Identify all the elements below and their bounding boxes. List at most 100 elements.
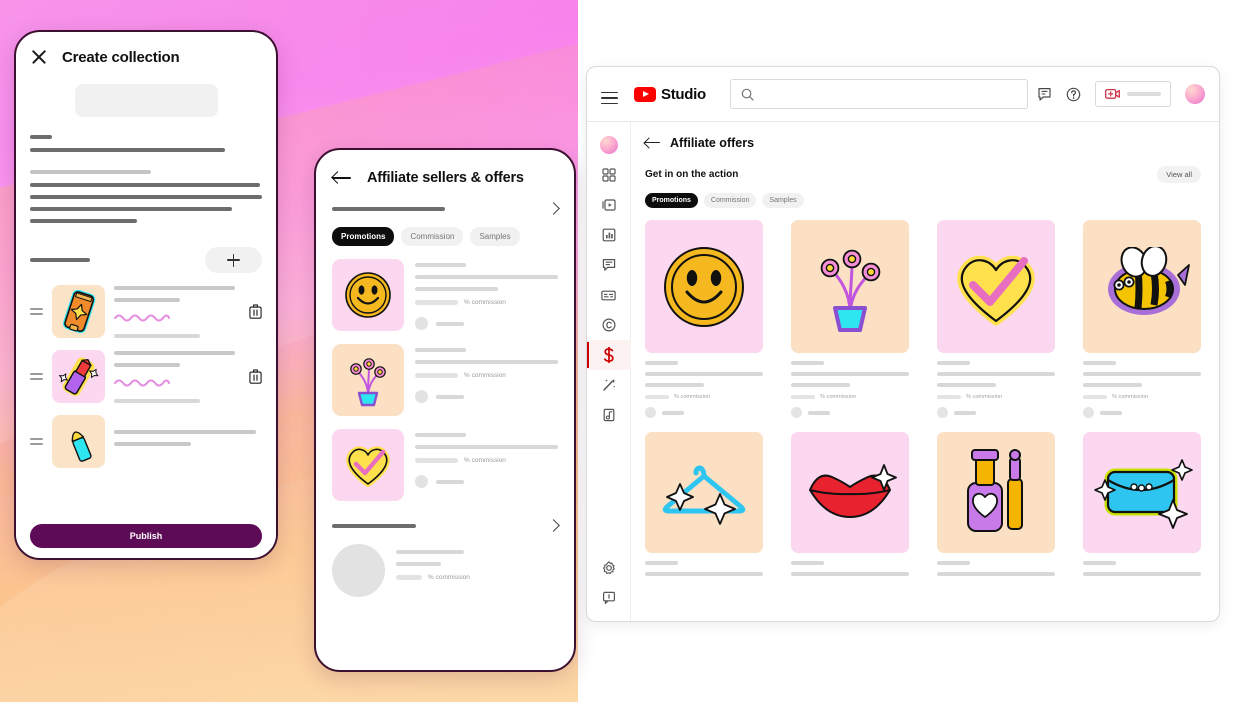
youtube-studio-window: Studio Affiliate offers Get in on the ac… [586,66,1220,622]
hamburger-menu-icon[interactable] [601,88,618,105]
offer-card[interactable] [1083,432,1201,576]
publish-button[interactable]: Publish [30,524,262,548]
sidebar-item-audio-library[interactable] [587,400,631,430]
chip-promotions[interactable]: Promotions [332,227,395,246]
sidebar-item-dashboard[interactable] [587,160,631,190]
collection-thumbnail-placeholder[interactable] [74,84,218,117]
flower-pot-icon [820,249,881,332]
offer-thumbnail [1083,432,1201,553]
field-value-placeholder [30,148,225,152]
studio-brand[interactable]: Studio [634,86,706,103]
chip-samples[interactable]: Samples [762,193,804,208]
section-title: Get in on the action [645,169,739,180]
collection-product-row[interactable] [30,285,262,338]
studio-content-area: Affiliate offers Get in on the action Vi… [631,122,1219,621]
collection-product-row[interactable] [30,415,262,468]
search-bar[interactable] [729,79,1028,109]
offer-card[interactable] [645,432,763,576]
affiliate-offer-row[interactable]: % commission [316,246,574,331]
offer-card[interactable] [791,432,909,576]
affiliate-subsection-header[interactable] [316,196,574,215]
seller-avatar [937,407,948,418]
add-product-button[interactable] [205,247,262,273]
offer-title-placeholder [415,348,467,352]
create-button[interactable] [1095,81,1171,107]
affiliate-sellers-section-header[interactable] [316,501,574,532]
sidebar-item-settings[interactable] [587,553,631,583]
offer-line-placeholder [791,383,850,387]
help-circle-icon[interactable] [1066,87,1081,102]
affiliate-offer-row[interactable]: % commission [316,416,574,501]
offer-meta [645,553,763,576]
sidebar-item-content[interactable] [587,190,631,220]
close-icon[interactable] [30,48,48,66]
chip-commission[interactable]: Commission [703,193,757,208]
affiliate-seller-row[interactable]: % commission [316,530,574,597]
text-line-placeholder [30,183,260,187]
offer-card[interactable]: % commission [937,220,1055,418]
heart-check-icon [346,446,390,487]
clothes-hanger-icon [662,465,746,525]
envelope-clutch-icon [1094,458,1193,529]
offer-card[interactable]: % commission [791,220,909,418]
back-arrow-icon[interactable] [332,171,351,185]
plus-icon [227,253,240,267]
offer-line-placeholder [415,360,558,364]
offer-seller [791,407,909,418]
account-avatar [599,136,618,154]
trash-icon[interactable] [249,304,262,319]
sidebar-item-copyright[interactable] [587,310,631,340]
feedback-flag-icon [602,591,615,604]
offer-title-placeholder [415,263,467,267]
offer-title-placeholder [937,361,971,365]
offer-card[interactable]: % commission [645,220,763,418]
offer-title-placeholder [1083,561,1117,565]
phone-mockup-create-collection: Create collection Publish [14,30,278,560]
chip-commission[interactable]: Commission [401,227,464,246]
offer-meta: % commission [937,353,1055,418]
drag-handle-icon[interactable] [30,305,43,317]
offer-card[interactable]: % commission [1083,220,1201,418]
product-meta [114,285,240,338]
text-line-placeholder [30,219,137,223]
offer-thumbnail [937,432,1055,553]
account-avatar[interactable] [1185,84,1205,104]
offer-meta: % commission [645,353,763,418]
affiliate-offer-row[interactable]: % commission [316,331,574,416]
sidebar-item-send-feedback[interactable] [587,583,631,613]
seller-avatar [332,544,385,597]
studio-sidebar [587,122,631,621]
offer-line-placeholder [1083,372,1201,376]
sidebar-item-analytics[interactable] [587,220,631,250]
view-all-button[interactable]: View all [1157,166,1201,183]
commission-value-placeholder [415,373,458,378]
sunscreen-tube-icon [62,289,95,333]
offer-thumbnail [791,220,909,353]
sidebar-item-subtitles[interactable] [587,280,631,310]
offer-line-placeholder [791,572,909,576]
offer-card[interactable] [937,432,1055,576]
sidebar-item-customization[interactable] [587,370,631,400]
search-input[interactable] [761,88,1017,100]
product-subtitle-placeholder [114,441,191,446]
studio-top-bar: Studio [587,67,1219,122]
offer-commission: % commission [791,394,909,400]
feedback-icon[interactable] [1037,87,1052,102]
collection-product-row[interactable] [30,350,262,403]
commission-label: % commission [820,394,857,400]
sidebar-item-channel-avatar[interactable] [587,130,631,160]
trash-icon[interactable] [249,369,262,384]
offer-card-grid-row-2 [645,432,1201,576]
drag-handle-icon[interactable] [30,435,43,447]
sidebar-item-earn[interactable] [587,340,631,370]
drag-handle-icon[interactable] [30,370,43,382]
seller-name-placeholder [396,550,465,554]
sidebar-item-comments[interactable] [587,250,631,280]
offer-line-placeholder [937,383,996,387]
chip-promotions[interactable]: Promotions [645,193,698,208]
commission-label: % commission [966,394,1003,400]
chip-samples[interactable]: Samples [470,227,520,246]
back-arrow-icon[interactable] [645,137,660,149]
price-squiggle-icon [114,379,170,386]
offer-meta: % commission [415,259,558,331]
